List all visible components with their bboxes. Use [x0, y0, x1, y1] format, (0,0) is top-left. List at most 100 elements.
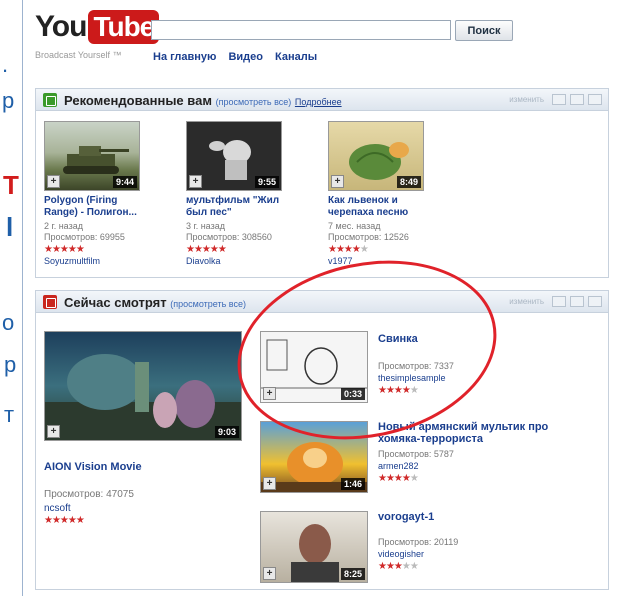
- video-views: Просмотров: 69955: [44, 232, 125, 242]
- video-user[interactable]: Diavolka: [186, 256, 221, 266]
- add-to-quicklist-icon[interactable]: +: [189, 175, 202, 188]
- more-link[interactable]: Подробнее: [295, 97, 342, 107]
- video-title-line: хомяка-террориста: [378, 433, 484, 445]
- video-meta: 2 г. назад Просмотров: 69955: [44, 221, 125, 243]
- module-title-text: Рекомендованные вам: [64, 93, 212, 108]
- now-watching-module: Сейчас смотрят (просмотреть все) изменит…: [35, 290, 609, 590]
- add-to-quicklist-icon[interactable]: +: [263, 567, 276, 580]
- video-title[interactable]: Новый армянский мультик про хомяка-терро…: [378, 421, 548, 445]
- video-title[interactable]: AION Vision Movie: [44, 461, 142, 473]
- video-user[interactable]: videogisher: [378, 549, 424, 559]
- video-duration: 1:46: [340, 478, 365, 490]
- add-to-quicklist-icon[interactable]: +: [47, 175, 60, 188]
- video-views: Просмотров: 308560: [186, 232, 272, 242]
- video-views: Просмотров: 47075: [44, 489, 134, 500]
- rating-stars: ★★★★★: [44, 244, 85, 255]
- video-duration: 9:44: [112, 176, 137, 188]
- add-to-quicklist-icon[interactable]: +: [263, 387, 276, 400]
- video-meta: 3 г. назад Просмотров: 308560: [186, 221, 272, 243]
- video-views: Просмотров: 7337: [378, 361, 454, 371]
- move-down-icon[interactable]: [570, 296, 584, 307]
- edit-link[interactable]: изменить: [509, 95, 544, 104]
- video-title[interactable]: Свинка: [378, 333, 418, 345]
- video-user[interactable]: ncsoft: [44, 503, 71, 514]
- top-nav: На главную Видео Каналы: [153, 51, 317, 63]
- nav-videos[interactable]: Видео: [228, 51, 263, 63]
- video-thumbnail[interactable]: 8:49 +: [328, 121, 424, 191]
- video-thumbnail[interactable]: 9:03 +: [44, 331, 242, 441]
- search-button[interactable]: Поиск: [455, 20, 513, 41]
- video-title-line: был пес": [186, 207, 232, 218]
- video-duration: 0:33: [340, 388, 365, 400]
- module-title-text: Сейчас смотрят: [64, 295, 167, 310]
- close-icon[interactable]: [588, 94, 602, 105]
- edit-link[interactable]: изменить: [509, 297, 544, 306]
- slide-fragment: Т: [3, 170, 19, 200]
- nav-channels[interactable]: Каналы: [275, 51, 317, 63]
- video-thumbnail[interactable]: 8:25 +: [260, 511, 368, 583]
- module-tools: изменить: [509, 296, 602, 307]
- move-up-icon[interactable]: [552, 296, 566, 307]
- video-age: 2 г. назад: [44, 221, 83, 231]
- video-user[interactable]: v1977: [328, 256, 353, 266]
- video-age: 3 г. назад: [186, 221, 225, 231]
- video-title-line: Новый армянский мультик про: [378, 421, 549, 433]
- video-title[interactable]: Polygon (Firing Range) - Полигон...: [44, 195, 137, 219]
- game-scene-image: [45, 354, 241, 440]
- rating-stars: ★★★★★: [328, 244, 369, 255]
- move-up-icon[interactable]: [552, 94, 566, 105]
- video-views: Просмотров: 20119: [378, 537, 459, 547]
- video-age: 7 мес. назад: [328, 221, 381, 231]
- logo-tube-text: Tube: [88, 10, 160, 44]
- video-thumbnail[interactable]: 1:46 +: [260, 421, 368, 493]
- see-all-link[interactable]: (просмотреть все): [216, 97, 292, 107]
- youtube-screenshot: You Tube Broadcast Yourself ™ Поиск На гл…: [22, 0, 619, 596]
- video-title[interactable]: vorogayt-1: [378, 511, 434, 523]
- add-to-quicklist-icon[interactable]: +: [263, 477, 276, 490]
- module-header: Сейчас смотрят (просмотреть все) изменит…: [36, 291, 608, 313]
- slide-fragment: l: [6, 212, 14, 242]
- tagline: Broadcast Yourself ™: [35, 50, 122, 60]
- slide-fragment: т: [4, 402, 15, 427]
- video-thumbnail[interactable]: 9:55 +: [186, 121, 282, 191]
- recommended-module: Рекомендованные вам (просмотреть все) По…: [35, 88, 609, 278]
- video-duration: 9:55: [254, 176, 279, 188]
- module-tools: изменить: [509, 94, 602, 105]
- search-input[interactable]: [151, 20, 451, 40]
- slide-fragment: р: [2, 88, 15, 113]
- video-meta: 7 мес. назад Просмотров: 12526: [328, 221, 409, 243]
- video-title[interactable]: мультфильм "Жил был пес": [186, 195, 279, 219]
- video-title[interactable]: Как львенок и черепаха песню: [328, 195, 408, 219]
- slide-fragment: р: [4, 352, 17, 377]
- rating-stars: ★★★★★: [378, 385, 419, 396]
- rating-stars: ★★★★★: [378, 561, 419, 572]
- now-watching-icon: [43, 295, 57, 309]
- nav-home[interactable]: На главную: [153, 51, 216, 63]
- video-views: Просмотров: 5787: [378, 449, 454, 459]
- see-all-link[interactable]: (просмотреть все): [170, 299, 246, 309]
- youtube-logo[interactable]: You Tube: [35, 10, 160, 44]
- video-title-line: Polygon (Firing: [44, 195, 118, 206]
- video-title-line: Range) - Полигон...: [44, 207, 137, 218]
- video-user[interactable]: thesimplesample: [378, 373, 446, 383]
- rating-stars: ★★★★★: [378, 473, 419, 484]
- video-duration: 8:49: [396, 176, 421, 188]
- logo-you-text: You: [35, 10, 87, 43]
- add-to-quicklist-icon[interactable]: +: [331, 175, 344, 188]
- module-title: Сейчас смотрят (просмотреть все): [64, 295, 246, 310]
- module-header: Рекомендованные вам (просмотреть все) По…: [36, 89, 608, 111]
- video-user[interactable]: armen282: [378, 461, 419, 471]
- video-thumbnail[interactable]: 9:44 +: [44, 121, 140, 191]
- video-duration: 9:03: [214, 426, 239, 438]
- video-thumbnail[interactable]: 0:33 +: [260, 331, 368, 403]
- move-down-icon[interactable]: [570, 94, 584, 105]
- video-user[interactable]: Soyuzmultfilm: [44, 256, 100, 266]
- close-icon[interactable]: [588, 296, 602, 307]
- add-to-quicklist-icon[interactable]: +: [47, 425, 60, 438]
- module-title: Рекомендованные вам (просмотреть все) По…: [64, 93, 342, 108]
- video-duration: 8:25: [340, 568, 365, 580]
- video-title-line: черепаха песню: [328, 207, 409, 218]
- recommended-icon: [43, 93, 57, 107]
- video-views: Просмотров: 12526: [328, 232, 409, 242]
- rating-stars: ★★★★★: [44, 515, 85, 526]
